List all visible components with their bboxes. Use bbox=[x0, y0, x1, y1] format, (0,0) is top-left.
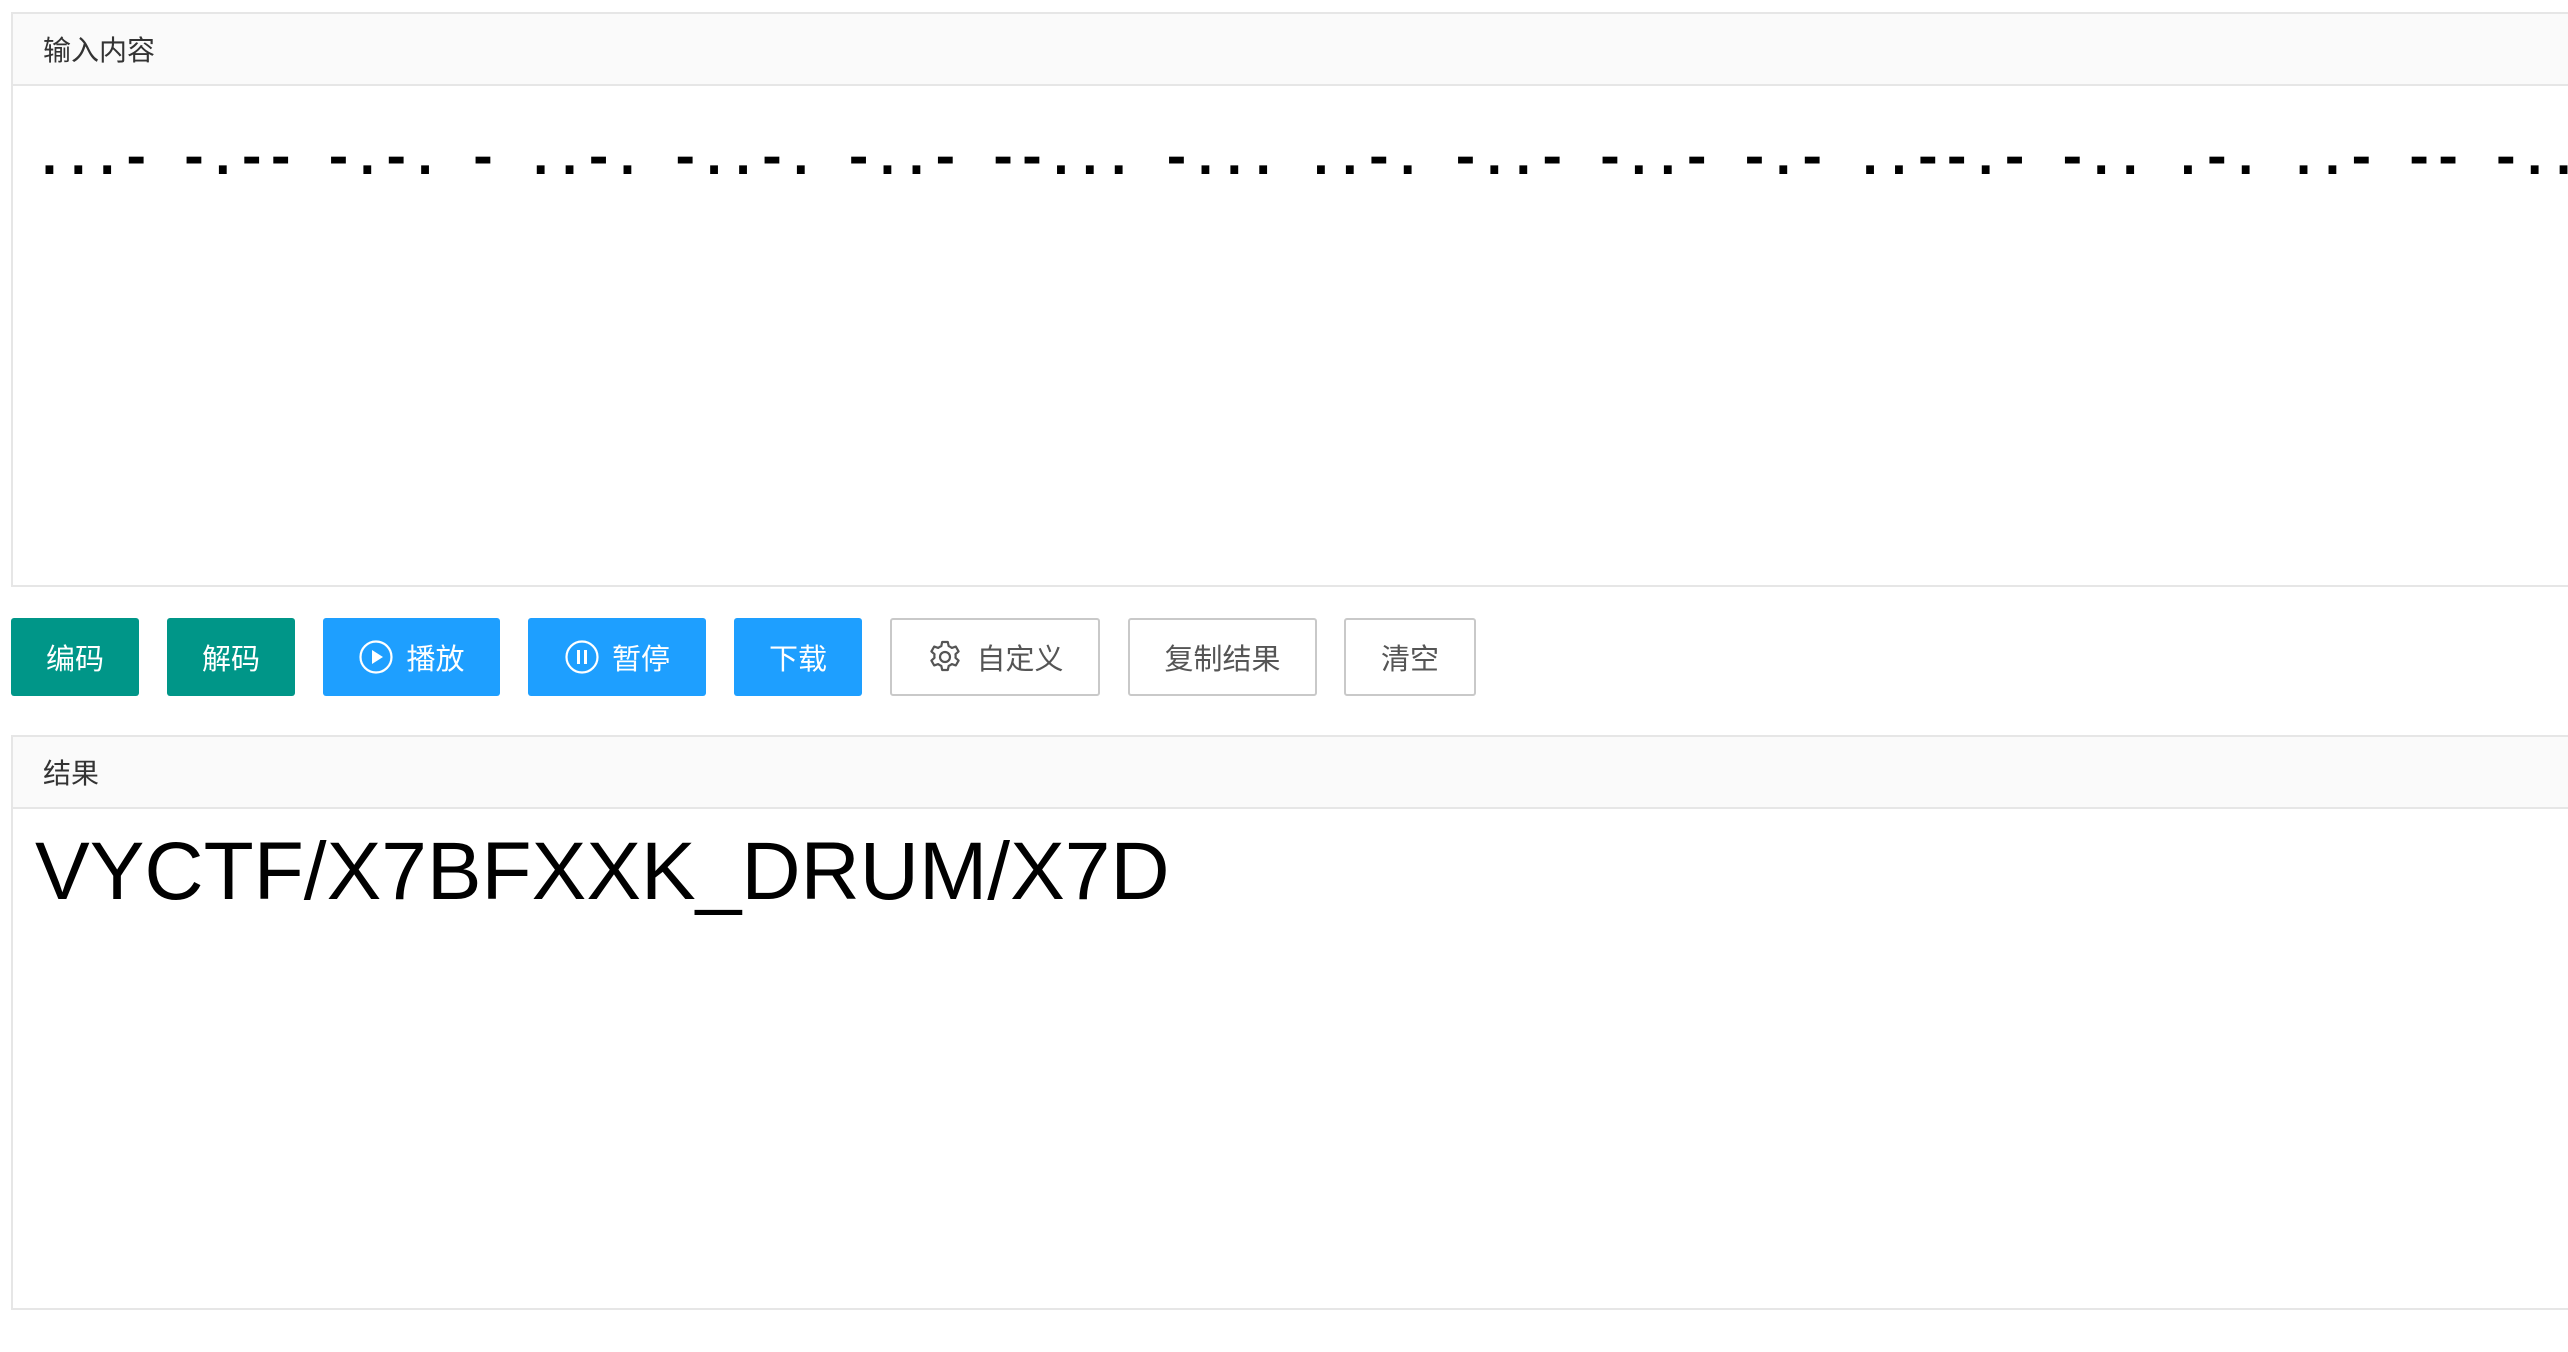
decode-button[interactable]: 解码 bbox=[167, 618, 295, 696]
input-textarea[interactable]: ...- -.-- -.-. - ..-. -..-. -..- --... -… bbox=[13, 86, 2568, 585]
input-panel-header: 输入内容 bbox=[13, 14, 2568, 86]
input-panel-title: 输入内容 bbox=[43, 34, 156, 67]
encode-button[interactable]: 编码 bbox=[11, 618, 139, 696]
custom-button-label: 自定义 bbox=[976, 642, 1064, 676]
decode-button-label: 解码 bbox=[201, 642, 260, 676]
download-button-label: 下载 bbox=[768, 642, 827, 676]
custom-button[interactable]: 自定义 bbox=[890, 618, 1100, 696]
copy-result-button-label: 复制结果 bbox=[1164, 642, 1281, 676]
play-circle-icon bbox=[358, 639, 394, 675]
play-button[interactable]: 播放 bbox=[323, 618, 500, 696]
pause-button-label: 暂停 bbox=[611, 642, 670, 676]
clear-button-label: 清空 bbox=[1380, 642, 1439, 676]
pause-circle-icon bbox=[564, 639, 600, 675]
input-value: ...- -.-- -.-. - ..-. -..-. -..- --... -… bbox=[35, 130, 2568, 186]
result-panel-header: 结果 bbox=[13, 737, 2568, 809]
download-button[interactable]: 下载 bbox=[734, 618, 862, 696]
result-textarea[interactable]: VYCTF/X7BFXXK_DRUM/X7D bbox=[13, 809, 2568, 1308]
result-panel-title: 结果 bbox=[43, 757, 100, 790]
result-panel: 结果 VYCTF/X7BFXXK_DRUM/X7D bbox=[11, 735, 2568, 1310]
encode-button-label: 编码 bbox=[45, 642, 104, 676]
result-value: VYCTF/X7BFXXK_DRUM/X7D bbox=[35, 826, 1170, 917]
input-panel: 输入内容 ...- -.-- -.-. - ..-. -..-. -..- --… bbox=[11, 12, 2568, 587]
pause-button[interactable]: 暂停 bbox=[528, 618, 706, 696]
copy-result-button[interactable]: 复制结果 bbox=[1128, 618, 1317, 696]
gear-icon bbox=[926, 638, 964, 676]
clear-button[interactable]: 清空 bbox=[1344, 618, 1476, 696]
play-button-label: 播放 bbox=[406, 642, 465, 676]
